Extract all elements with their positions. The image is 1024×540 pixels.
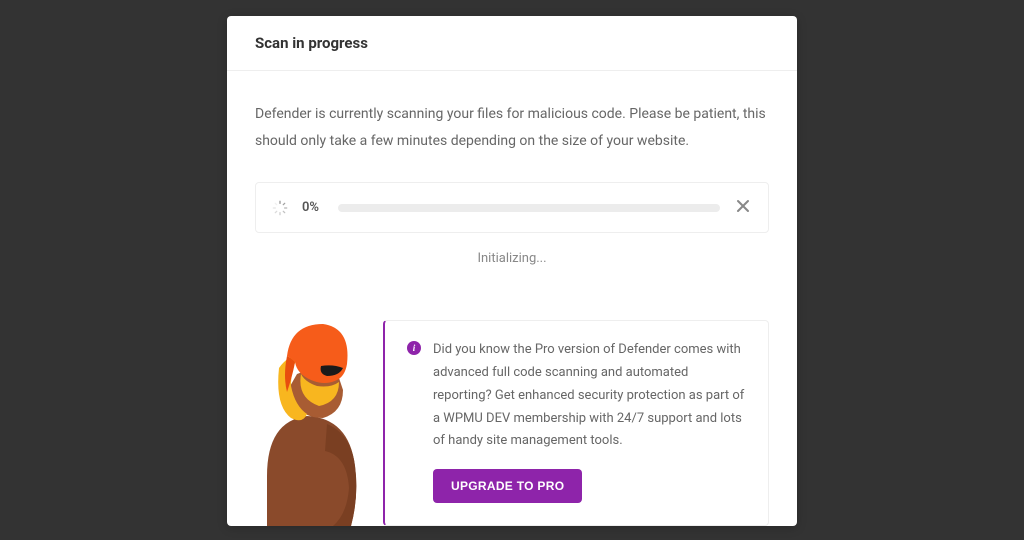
cancel-scan-button[interactable] <box>734 197 752 218</box>
card-title: Scan in progress <box>255 34 769 52</box>
promo-section: i Did you know the Pro version of Defend… <box>227 320 797 526</box>
scan-progress-card: Scan in progress Defender is currently s… <box>227 16 797 526</box>
close-icon <box>736 199 750 213</box>
promo-text: Did you know the Pro version of Defender… <box>433 339 746 453</box>
scan-description: Defender is currently scanning your file… <box>255 101 769 154</box>
card-header: Scan in progress <box>227 16 797 71</box>
card-body: Defender is currently scanning your file… <box>227 71 797 266</box>
progress-percent: 0% <box>302 200 324 215</box>
defender-mascot-illustration <box>247 316 367 526</box>
upgrade-to-pro-button[interactable]: UPGRADE TO PRO <box>433 469 582 503</box>
upgrade-promo-box: i Did you know the Pro version of Defend… <box>383 320 769 526</box>
progress-status: Initializing... <box>255 251 769 266</box>
progress-bar <box>338 204 720 212</box>
info-icon: i <box>407 341 421 355</box>
spinner-icon <box>272 200 288 216</box>
progress-row: 0% <box>255 182 769 233</box>
